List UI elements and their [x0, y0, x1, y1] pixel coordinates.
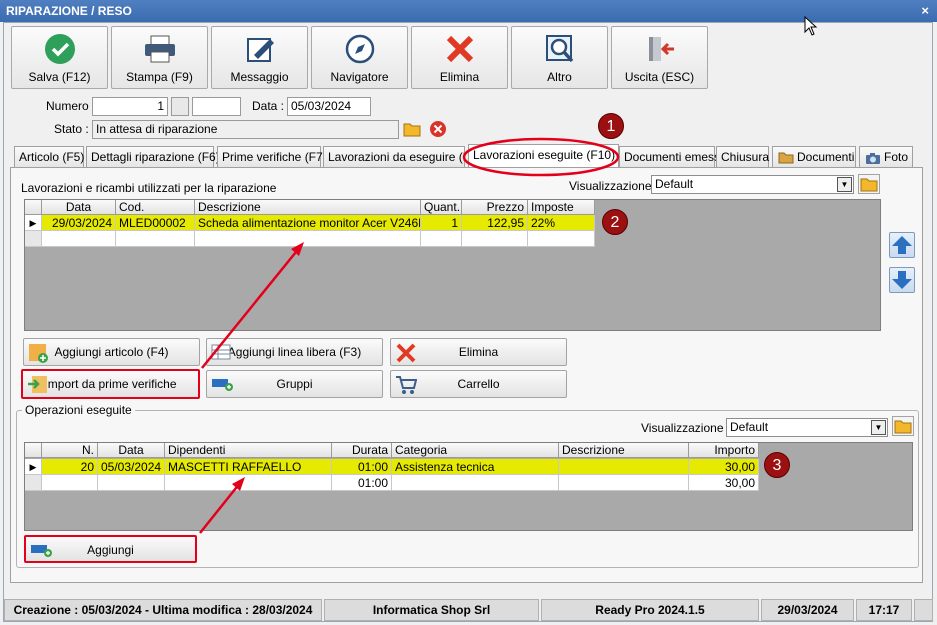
status-creation: Creazione : 05/03/2024 - Ultima modifica… [4, 599, 322, 621]
status-time: 17:17 [856, 599, 912, 621]
annotation-overlay [199, 137, 620, 534]
status-company: Informatica Shop Srl [324, 599, 539, 621]
status-product: Ready Pro 2024.1.5 [541, 599, 759, 621]
mouse-cursor-icon [804, 15, 818, 39]
annotation-arrow-1 [201, 246, 301, 369]
status-grip [914, 599, 933, 621]
annotation-arrow-2 [199, 482, 241, 534]
annotation-badge-3: 3 [764, 452, 790, 478]
annotation-badge-2: 2 [602, 209, 628, 235]
annotation-ellipse [462, 137, 620, 177]
status-date: 29/03/2024 [761, 599, 854, 621]
annotation-badge-1: 1 [598, 113, 624, 139]
